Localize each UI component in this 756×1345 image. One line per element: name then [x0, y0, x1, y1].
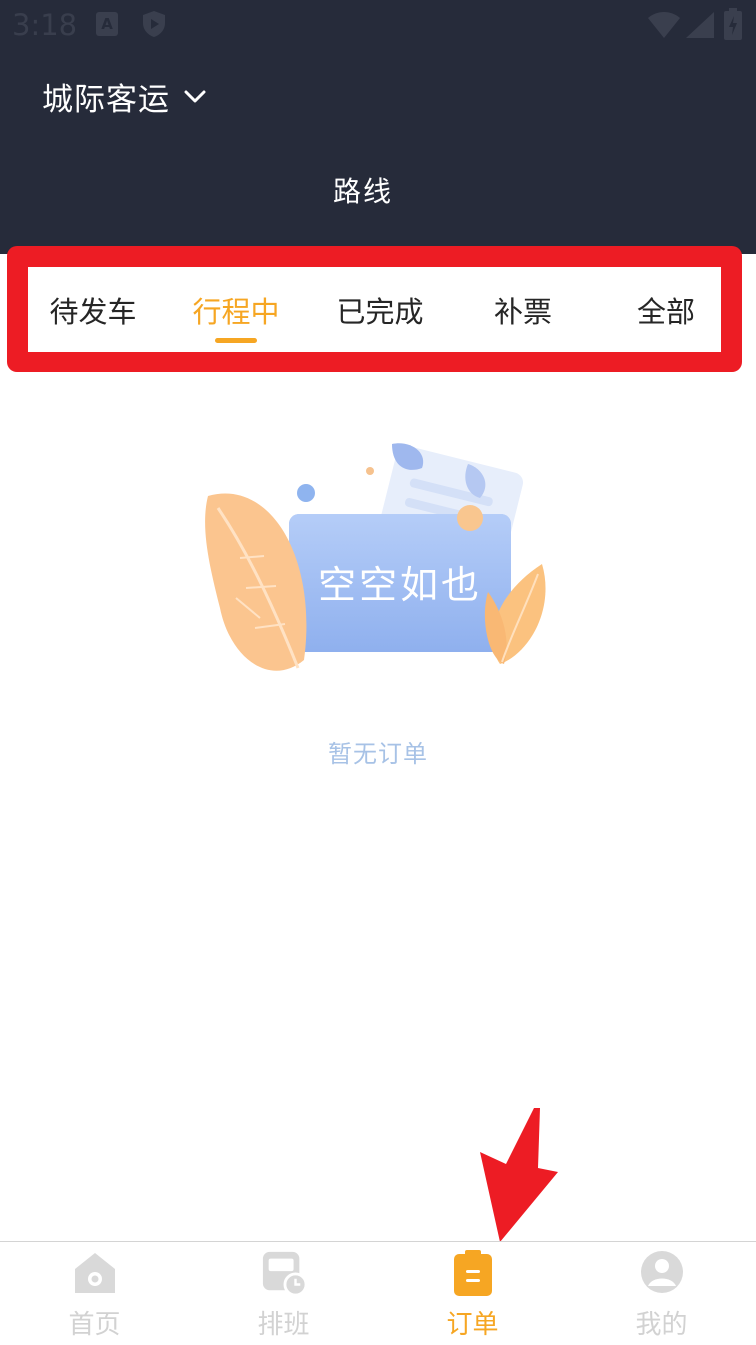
- signal-icon: [686, 12, 714, 38]
- tab-label: 全部: [636, 294, 695, 329]
- profile-icon: [639, 1250, 685, 1296]
- nav-schedule[interactable]: 排班: [189, 1242, 378, 1345]
- tab-supplementary-ticket[interactable]: 补票: [458, 267, 588, 352]
- nav-label: 我的: [635, 1310, 688, 1340]
- order-clipboard-icon: [450, 1250, 496, 1296]
- chevron-down-icon: [184, 90, 206, 103]
- bus-schedule-icon: [261, 1250, 307, 1297]
- battery-icon: [724, 8, 742, 40]
- active-tab-indicator: [215, 338, 257, 343]
- tab-label: 待发车: [49, 294, 137, 329]
- bottom-navigation: 首页 排班 订单 我的: [0, 1241, 756, 1345]
- nav-orders[interactable]: 订单: [378, 1242, 567, 1345]
- tab-label: 已完成: [336, 294, 424, 329]
- nav-label: 订单: [446, 1310, 499, 1340]
- status-bar: 3:18 A: [0, 0, 756, 52]
- nav-home[interactable]: 首页: [0, 1242, 189, 1345]
- wifi-icon: [648, 12, 680, 38]
- empty-state-illustration: 空空如也: [200, 438, 560, 692]
- home-icon: [72, 1250, 118, 1296]
- city-selector-label: 城际客运: [42, 81, 170, 118]
- city-selector[interactable]: 城际客运: [42, 74, 206, 118]
- page-title: 路线: [332, 175, 393, 208]
- tab-label: 补票: [493, 294, 552, 329]
- nav-profile[interactable]: 我的: [567, 1242, 756, 1345]
- empty-state-message: 暂无订单: [328, 740, 428, 768]
- order-status-tabs: 待发车 行程中 已完成 补票 全部: [28, 267, 721, 352]
- shield-icon: [143, 11, 165, 37]
- status-time: 3:18: [12, 8, 78, 42]
- nav-label: 排班: [257, 1310, 310, 1340]
- tab-pending-departure[interactable]: 待发车: [28, 267, 158, 352]
- app-header: 3:18 A 城际客运 路线: [0, 0, 756, 254]
- a-badge-icon: A: [96, 12, 118, 36]
- tab-label: 行程中: [192, 294, 280, 329]
- red-arrow-icon: [480, 1108, 558, 1242]
- nav-label: 首页: [68, 1310, 121, 1340]
- tab-completed[interactable]: 已完成: [315, 267, 445, 352]
- empty-card-text: 空空如也: [318, 563, 482, 607]
- tab-all[interactable]: 全部: [601, 267, 731, 352]
